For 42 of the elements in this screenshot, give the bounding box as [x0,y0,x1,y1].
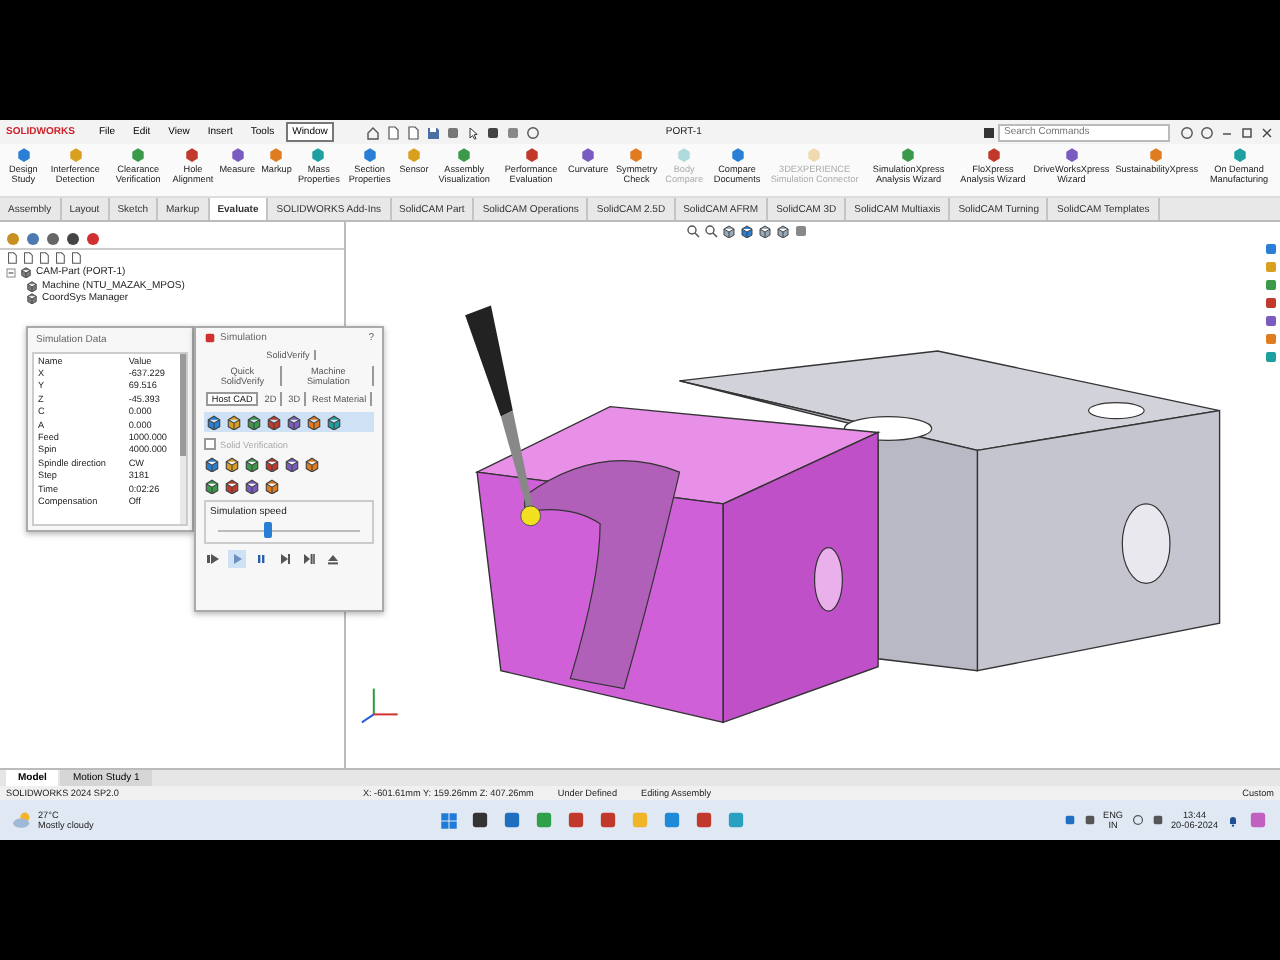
zoom-icon[interactable] [704,224,718,238]
cube-icon[interactable] [722,224,736,238]
command-prompt-icon [984,127,994,137]
zoom-icon[interactable] [686,224,700,238]
axis-triad-icon [360,687,399,724]
cube-icon[interactable] [740,224,754,238]
skip-button[interactable] [300,550,318,568]
panel-tab[interactable] [66,232,80,246]
home-icon[interactable] [365,125,380,139]
slider-thumb[interactable] [263,522,272,538]
circle-icon [46,232,60,246]
skip-icon [302,552,316,566]
circle-icon [66,232,80,246]
document-icon[interactable] [405,125,420,139]
save-icon[interactable] [425,125,440,139]
bell-icon[interactable] [1226,813,1240,827]
pointer-icon[interactable] [465,125,480,139]
run-button[interactable] [204,550,222,568]
circle-icon [86,232,100,246]
speed-slider[interactable] [218,522,360,538]
pause-button[interactable] [252,550,270,568]
run-icon [206,552,220,566]
panel-tab[interactable] [86,232,100,246]
scrollbar[interactable] [180,354,186,524]
cube-icon[interactable] [776,224,790,238]
pause-icon [254,552,268,566]
collapse-icon[interactable] [6,267,16,278]
flame-icon[interactable] [204,332,216,344]
circle-icon [26,232,40,246]
close-icon[interactable] [1260,125,1274,139]
eject-icon [326,552,340,566]
new-document-icon[interactable] [385,125,400,139]
panel-tab[interactable] [26,232,40,246]
circle-icon [6,232,20,246]
panel-tab[interactable] [46,232,60,246]
start-icon[interactable] [440,811,458,829]
maximize-icon[interactable] [1240,125,1254,139]
play-icon [230,552,244,566]
eject-button[interactable] [324,550,342,568]
cube-icon[interactable] [758,224,772,238]
step-icon [278,552,292,566]
step-button[interactable] [276,550,294,568]
